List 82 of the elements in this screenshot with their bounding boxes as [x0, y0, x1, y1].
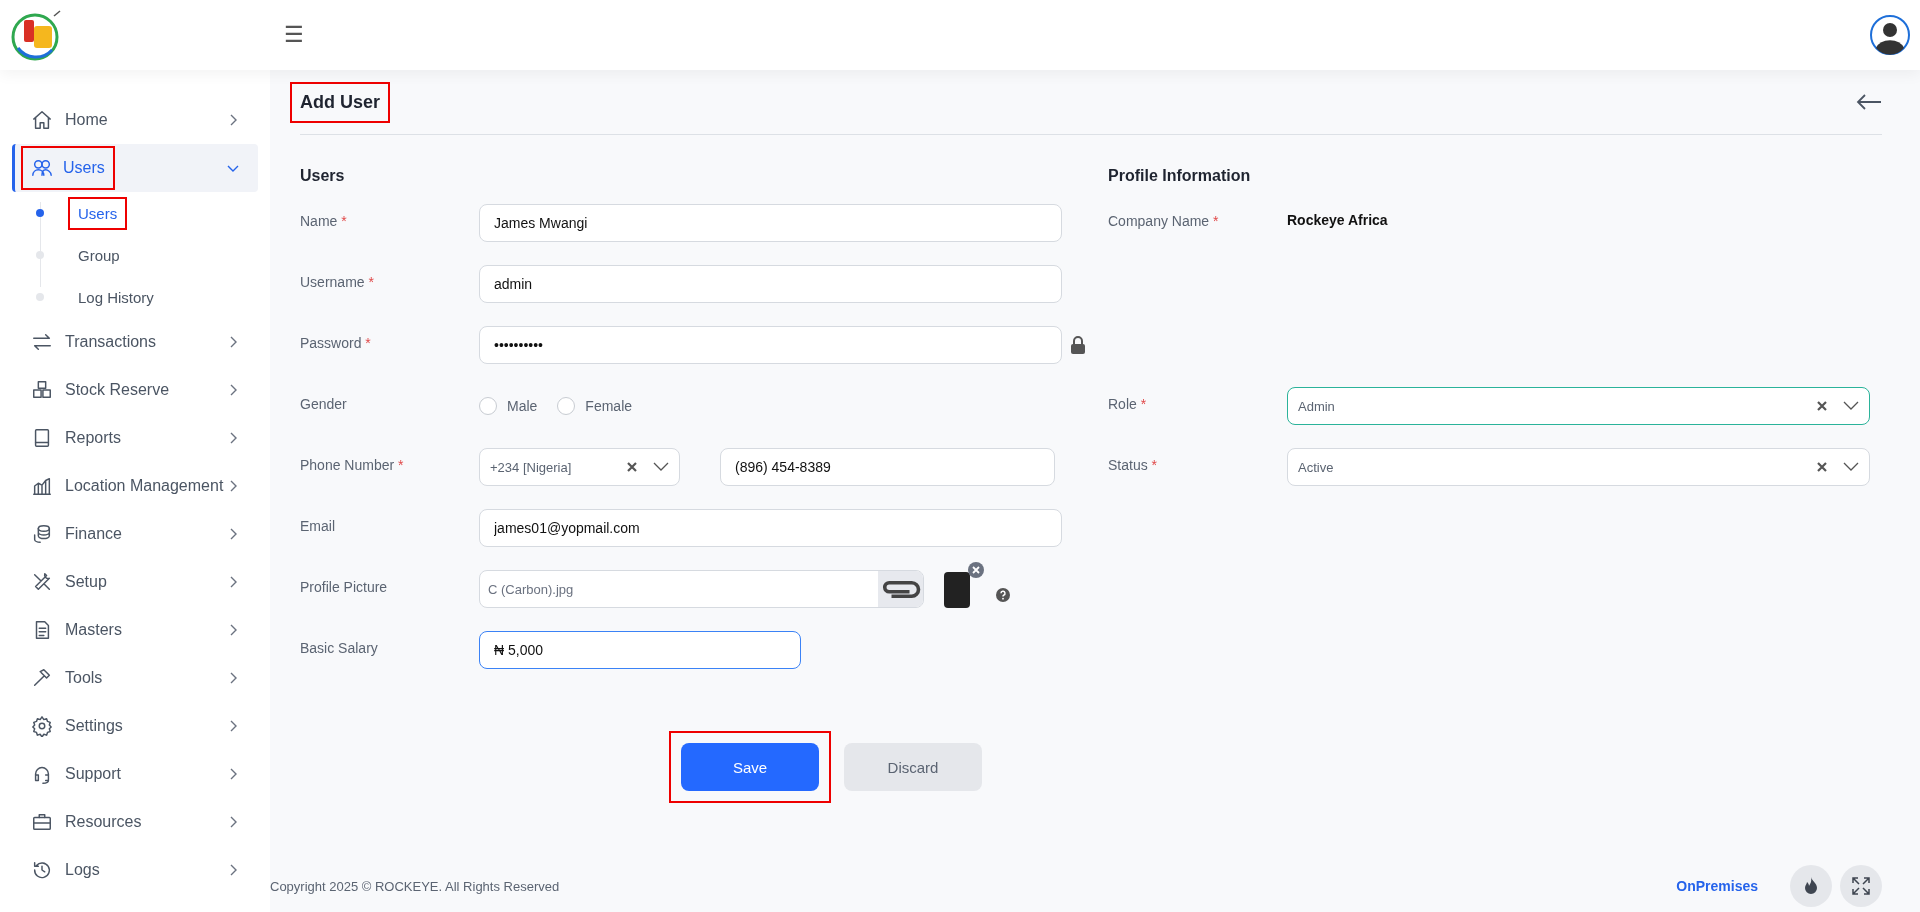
sidebar-item[interactable]: Logs: [12, 846, 258, 894]
caret-icon: [1843, 401, 1859, 411]
sidebar-item[interactable]: Masters: [12, 606, 258, 654]
input-field[interactable]: admin: [479, 265, 1062, 303]
submenu-item[interactable]: Group: [36, 234, 130, 276]
input-field[interactable]: (896) 454-8389: [720, 448, 1055, 486]
boxes-icon: [31, 379, 53, 401]
sidebar-item[interactable]: Location Management: [12, 462, 258, 510]
input-field[interactable]: ₦ 5,000: [479, 631, 801, 669]
field-label: Company Name *: [1108, 212, 1220, 229]
sidebar-item[interactable]: Stock Reserve: [12, 366, 258, 414]
menu-button[interactable]: ☰: [284, 22, 304, 48]
field-label: Username *: [300, 273, 375, 290]
submenu-item[interactable]: Users: [36, 192, 128, 234]
save-button[interactable]: Save: [681, 743, 819, 791]
sidebar-item[interactable]: Home: [12, 96, 258, 144]
dropdown[interactable]: +234 [Nigeria]: [479, 448, 680, 486]
sidebar-item[interactable]: Settings: [12, 702, 258, 750]
bullet-icon: [36, 293, 44, 301]
avatar-icon[interactable]: [1870, 15, 1910, 55]
field-label: Role *: [1108, 395, 1148, 412]
back-arrow-icon[interactable]: [1856, 93, 1882, 111]
settings-icon: [31, 715, 53, 737]
caret-icon: [1843, 462, 1859, 472]
arrows-icon: [31, 331, 53, 353]
home-icon: [31, 109, 53, 131]
mode-link[interactable]: OnPremises: [1676, 878, 1758, 894]
sidebar-item[interactable]: Transactions: [12, 318, 258, 366]
page-title: Add User: [300, 91, 380, 113]
users-icon: [31, 157, 53, 179]
dropdown[interactable]: Active: [1287, 448, 1870, 486]
field-label: Phone Number *: [300, 456, 405, 473]
bullet-icon: [36, 251, 44, 259]
file-field[interactable]: C (Carbon).jpg: [479, 570, 924, 608]
copyright-text: Copyright 2025 © ROCKEYE. All Rights Reserved: [270, 878, 560, 894]
image-thumbnail: [944, 572, 970, 608]
radio-option[interactable]: Male: [479, 397, 538, 415]
briefcase-icon: [31, 811, 53, 833]
clear-icon[interactable]: [1817, 401, 1827, 411]
clear-icon[interactable]: [627, 462, 637, 472]
expand-icon: [1851, 876, 1871, 896]
flame-button[interactable]: [1790, 865, 1832, 907]
sidebar-item[interactable]: Tools: [12, 654, 258, 702]
clear-icon[interactable]: [1817, 462, 1827, 472]
caret-icon: [653, 462, 669, 472]
sidebar-item[interactable]: Resources: [12, 798, 258, 846]
sidebar-item[interactable]: Support: [12, 750, 258, 798]
input-field[interactable]: ••••••••••: [479, 326, 1062, 364]
discard-button[interactable]: Discard: [844, 743, 982, 791]
chart-icon: [31, 475, 53, 497]
lock-icon[interactable]: [1070, 336, 1086, 354]
field-label: Profile Picture: [300, 578, 389, 595]
submenu-item[interactable]: Log History: [36, 276, 164, 318]
section-heading: Users: [300, 167, 346, 186]
sidebar-item[interactable]: Reports: [12, 414, 258, 462]
field-label: Status *: [1108, 456, 1159, 473]
hammer-icon: [31, 667, 53, 689]
fullscreen-button[interactable]: [1840, 865, 1882, 907]
annotation-box: Users: [68, 196, 128, 230]
coins-icon: [31, 523, 53, 545]
history-icon: [31, 859, 53, 881]
remove-icon[interactable]: [968, 562, 984, 578]
sidebar-item[interactable]: Finance: [12, 510, 258, 558]
help-icon[interactable]: [996, 588, 1010, 602]
radio-icon[interactable]: [479, 397, 497, 415]
input-field[interactable]: James Mwangi: [479, 204, 1062, 242]
field-label: Email: [300, 517, 336, 534]
sidebar-label: Users: [63, 159, 105, 177]
field-label: Name *: [300, 212, 348, 229]
field-label: Basic Salary: [300, 639, 379, 656]
sidebar-item[interactable]: Users: [12, 144, 258, 192]
dropdown[interactable]: Admin: [1287, 387, 1870, 425]
field-label: Gender: [300, 395, 348, 412]
radio-option[interactable]: Female: [557, 397, 633, 415]
field-value: Rockeye Africa: [1287, 211, 1388, 228]
radio-icon[interactable]: [557, 397, 576, 415]
sidebar-item[interactable]: Setup: [12, 558, 258, 606]
bullet-icon: [36, 209, 44, 217]
tools-icon: [31, 571, 53, 593]
section-heading: Profile Information: [1108, 167, 1252, 186]
field-label: Password *: [300, 334, 372, 351]
input-field[interactable]: james01@yopmail.com: [479, 509, 1062, 547]
